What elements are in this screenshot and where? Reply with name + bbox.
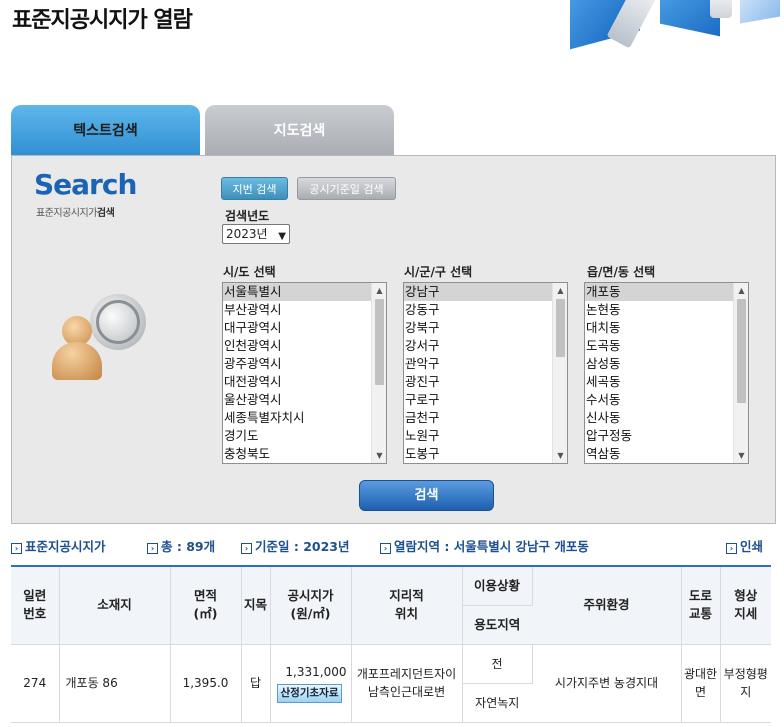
sido-option[interactable]: 대구광역시 [223, 319, 371, 337]
scroll-up-icon[interactable]: ▲ [734, 283, 748, 298]
sido-option[interactable]: 세종특별자치시 [223, 409, 371, 427]
sigungu-option[interactable]: 광진구 [404, 373, 552, 391]
sido-listbox[interactable]: 서울특별시 부산광역시 대구광역시 인천광역시 광주광역시 대전광역시 울산광역시 세종특별자… [222, 282, 387, 464]
header-location: 소재지 [59, 565, 171, 645]
cell-geo: 개포프레지던트자이 남측인근대로변 [351, 644, 463, 723]
scroll-up-icon[interactable]: ▲ [553, 283, 567, 298]
page-title: 표준지공시지가 열람 [12, 8, 193, 33]
dong-option[interactable]: 압구정동 [585, 427, 733, 445]
dong-option[interactable]: 수서동 [585, 391, 733, 409]
sigungu-listbox[interactable]: 강남구 강동구 강북구 강서구 관악구 광진구 구로구 금천구 노원구 도봉구 ▲ ▼ [403, 282, 568, 464]
cell-env: 시가지주변 농경지대 [532, 644, 682, 723]
arrow-box-icon: › [11, 543, 22, 554]
sigungu-option[interactable]: 도봉구 [404, 445, 552, 463]
sigungu-option[interactable]: 강남구 [404, 283, 552, 301]
scroll-down-icon[interactable]: ▼ [372, 448, 386, 463]
sigungu-option[interactable]: 노원구 [404, 427, 552, 445]
cell-usage: 전 [462, 644, 533, 684]
scroll-up-icon[interactable]: ▲ [372, 283, 386, 298]
print-link[interactable]: › 인쇄 [726, 536, 763, 555]
sigungu-label: 시/군/구 선택 [404, 265, 473, 279]
header-price: 공시지가 (원/㎡) [270, 565, 352, 645]
search-person-icon [48, 286, 158, 396]
dong-listbox[interactable]: 개포동 논현동 대치동 도곡동 삼성동 세곡동 수서동 신사동 압구정동 역삼동 ▲ ▼ [584, 282, 749, 464]
info-category: › 표준지공시지가 [11, 536, 106, 555]
arrow-box-icon: › [147, 543, 158, 554]
scroll-down-icon[interactable]: ▼ [553, 448, 567, 463]
dong-option[interactable]: 신사동 [585, 409, 733, 427]
header-illustration [560, 0, 784, 52]
cell-serial: 274 [11, 644, 60, 723]
cell-road: 광대한면 [681, 644, 721, 723]
header-usage: 이용상황 [462, 565, 533, 606]
header-road: 도로 교통 [681, 565, 721, 645]
header-shape: 형상 지세 [720, 565, 771, 645]
header-jimok: 지목 [241, 565, 271, 645]
sido-option[interactable]: 울산광역시 [223, 391, 371, 409]
dong-option[interactable]: 개포동 [585, 283, 733, 301]
sigungu-option[interactable]: 강북구 [404, 319, 552, 337]
sigungu-scrollbar[interactable]: ▲ ▼ [552, 283, 567, 463]
year-select[interactable]: 2023년 ▼ [222, 224, 290, 244]
info-region: › 열람지역 : 서울특별시 강남구 개포동 [380, 536, 589, 555]
year-label: 검색년도 [225, 209, 270, 223]
sigungu-option[interactable]: 강동구 [404, 301, 552, 319]
sigungu-option[interactable]: 구로구 [404, 391, 552, 409]
sigungu-option[interactable]: 강서구 [404, 337, 552, 355]
sido-option[interactable]: 부산광역시 [223, 301, 371, 319]
result-table: 일련 번호 소재지 면적 (㎡) 지목 공시지가 (원/㎡) 지리적 위치 이용… [11, 565, 771, 723]
tab-text-search[interactable]: 텍스트검색 [11, 105, 200, 157]
header-area: 면적 (㎡) [170, 565, 242, 645]
search-logo: Search [34, 168, 137, 201]
search-subtitle: 표준지공시지가검색 [36, 208, 115, 219]
sido-option[interactable]: 대전광역시 [223, 373, 371, 391]
info-total: › 총 : 89개 [147, 536, 215, 555]
dong-option[interactable]: 논현동 [585, 301, 733, 319]
sigungu-option[interactable]: 금천구 [404, 409, 552, 427]
header-serial: 일련 번호 [11, 565, 60, 645]
base-data-button[interactable]: 산정기초자료 [276, 684, 343, 703]
dong-option[interactable]: 삼성동 [585, 355, 733, 373]
sido-option[interactable]: 경기도 [223, 427, 371, 445]
header-geo: 지리적 위치 [351, 565, 463, 645]
sido-scrollbar[interactable]: ▲ ▼ [371, 283, 386, 463]
cell-zone: 자연녹지 [462, 683, 532, 723]
tab-map-search[interactable]: 지도검색 [205, 105, 394, 157]
dong-option[interactable]: 역삼동 [585, 445, 733, 463]
sigungu-option[interactable]: 관악구 [404, 355, 552, 373]
dong-option[interactable]: 대치동 [585, 319, 733, 337]
sido-option[interactable]: 광주광역시 [223, 355, 371, 373]
cell-price: 1,331,000 산정기초자료 [270, 644, 352, 723]
header-zone: 용도지역 [462, 605, 532, 645]
std-date-search-button[interactable]: 공시기준일 검색 [297, 177, 396, 200]
sido-option[interactable]: 서울특별시 [223, 283, 371, 301]
header-env: 주위환경 [532, 565, 682, 645]
arrow-box-icon: › [726, 543, 737, 554]
dong-scrollbar[interactable]: ▲ ▼ [733, 283, 748, 463]
cell-shape: 부정형평지 [720, 644, 771, 723]
search-panel: Search 표준지공시지가검색 지번 검색 공시기준일 검색 검색년도 202… [11, 155, 776, 524]
info-std-date: › 기준일 : 2023년 [241, 536, 350, 555]
table-row: 274 개포동 86 1,395.0 답 1,331,000 산정기초자료 개포… [11, 644, 771, 723]
cell-area: 1,395.0 [170, 644, 242, 723]
sido-option[interactable]: 인천광역시 [223, 337, 371, 355]
scroll-down-icon[interactable]: ▼ [734, 448, 748, 463]
chevron-down-icon: ▼ [278, 231, 286, 242]
jibun-search-button[interactable]: 지번 검색 [221, 177, 288, 200]
cell-location: 개포동 86 [59, 644, 171, 723]
sido-option[interactable]: 충청북도 [223, 445, 371, 463]
arrow-box-icon: › [380, 543, 391, 554]
dong-option[interactable]: 세곡동 [585, 373, 733, 391]
arrow-box-icon: › [241, 543, 252, 554]
dong-label: 읍/면/동 선택 [587, 265, 656, 279]
cell-jimok: 답 [241, 644, 271, 723]
sido-label: 시/도 선택 [223, 265, 276, 279]
dong-option[interactable]: 도곡동 [585, 337, 733, 355]
search-button[interactable]: 검색 [359, 480, 494, 511]
